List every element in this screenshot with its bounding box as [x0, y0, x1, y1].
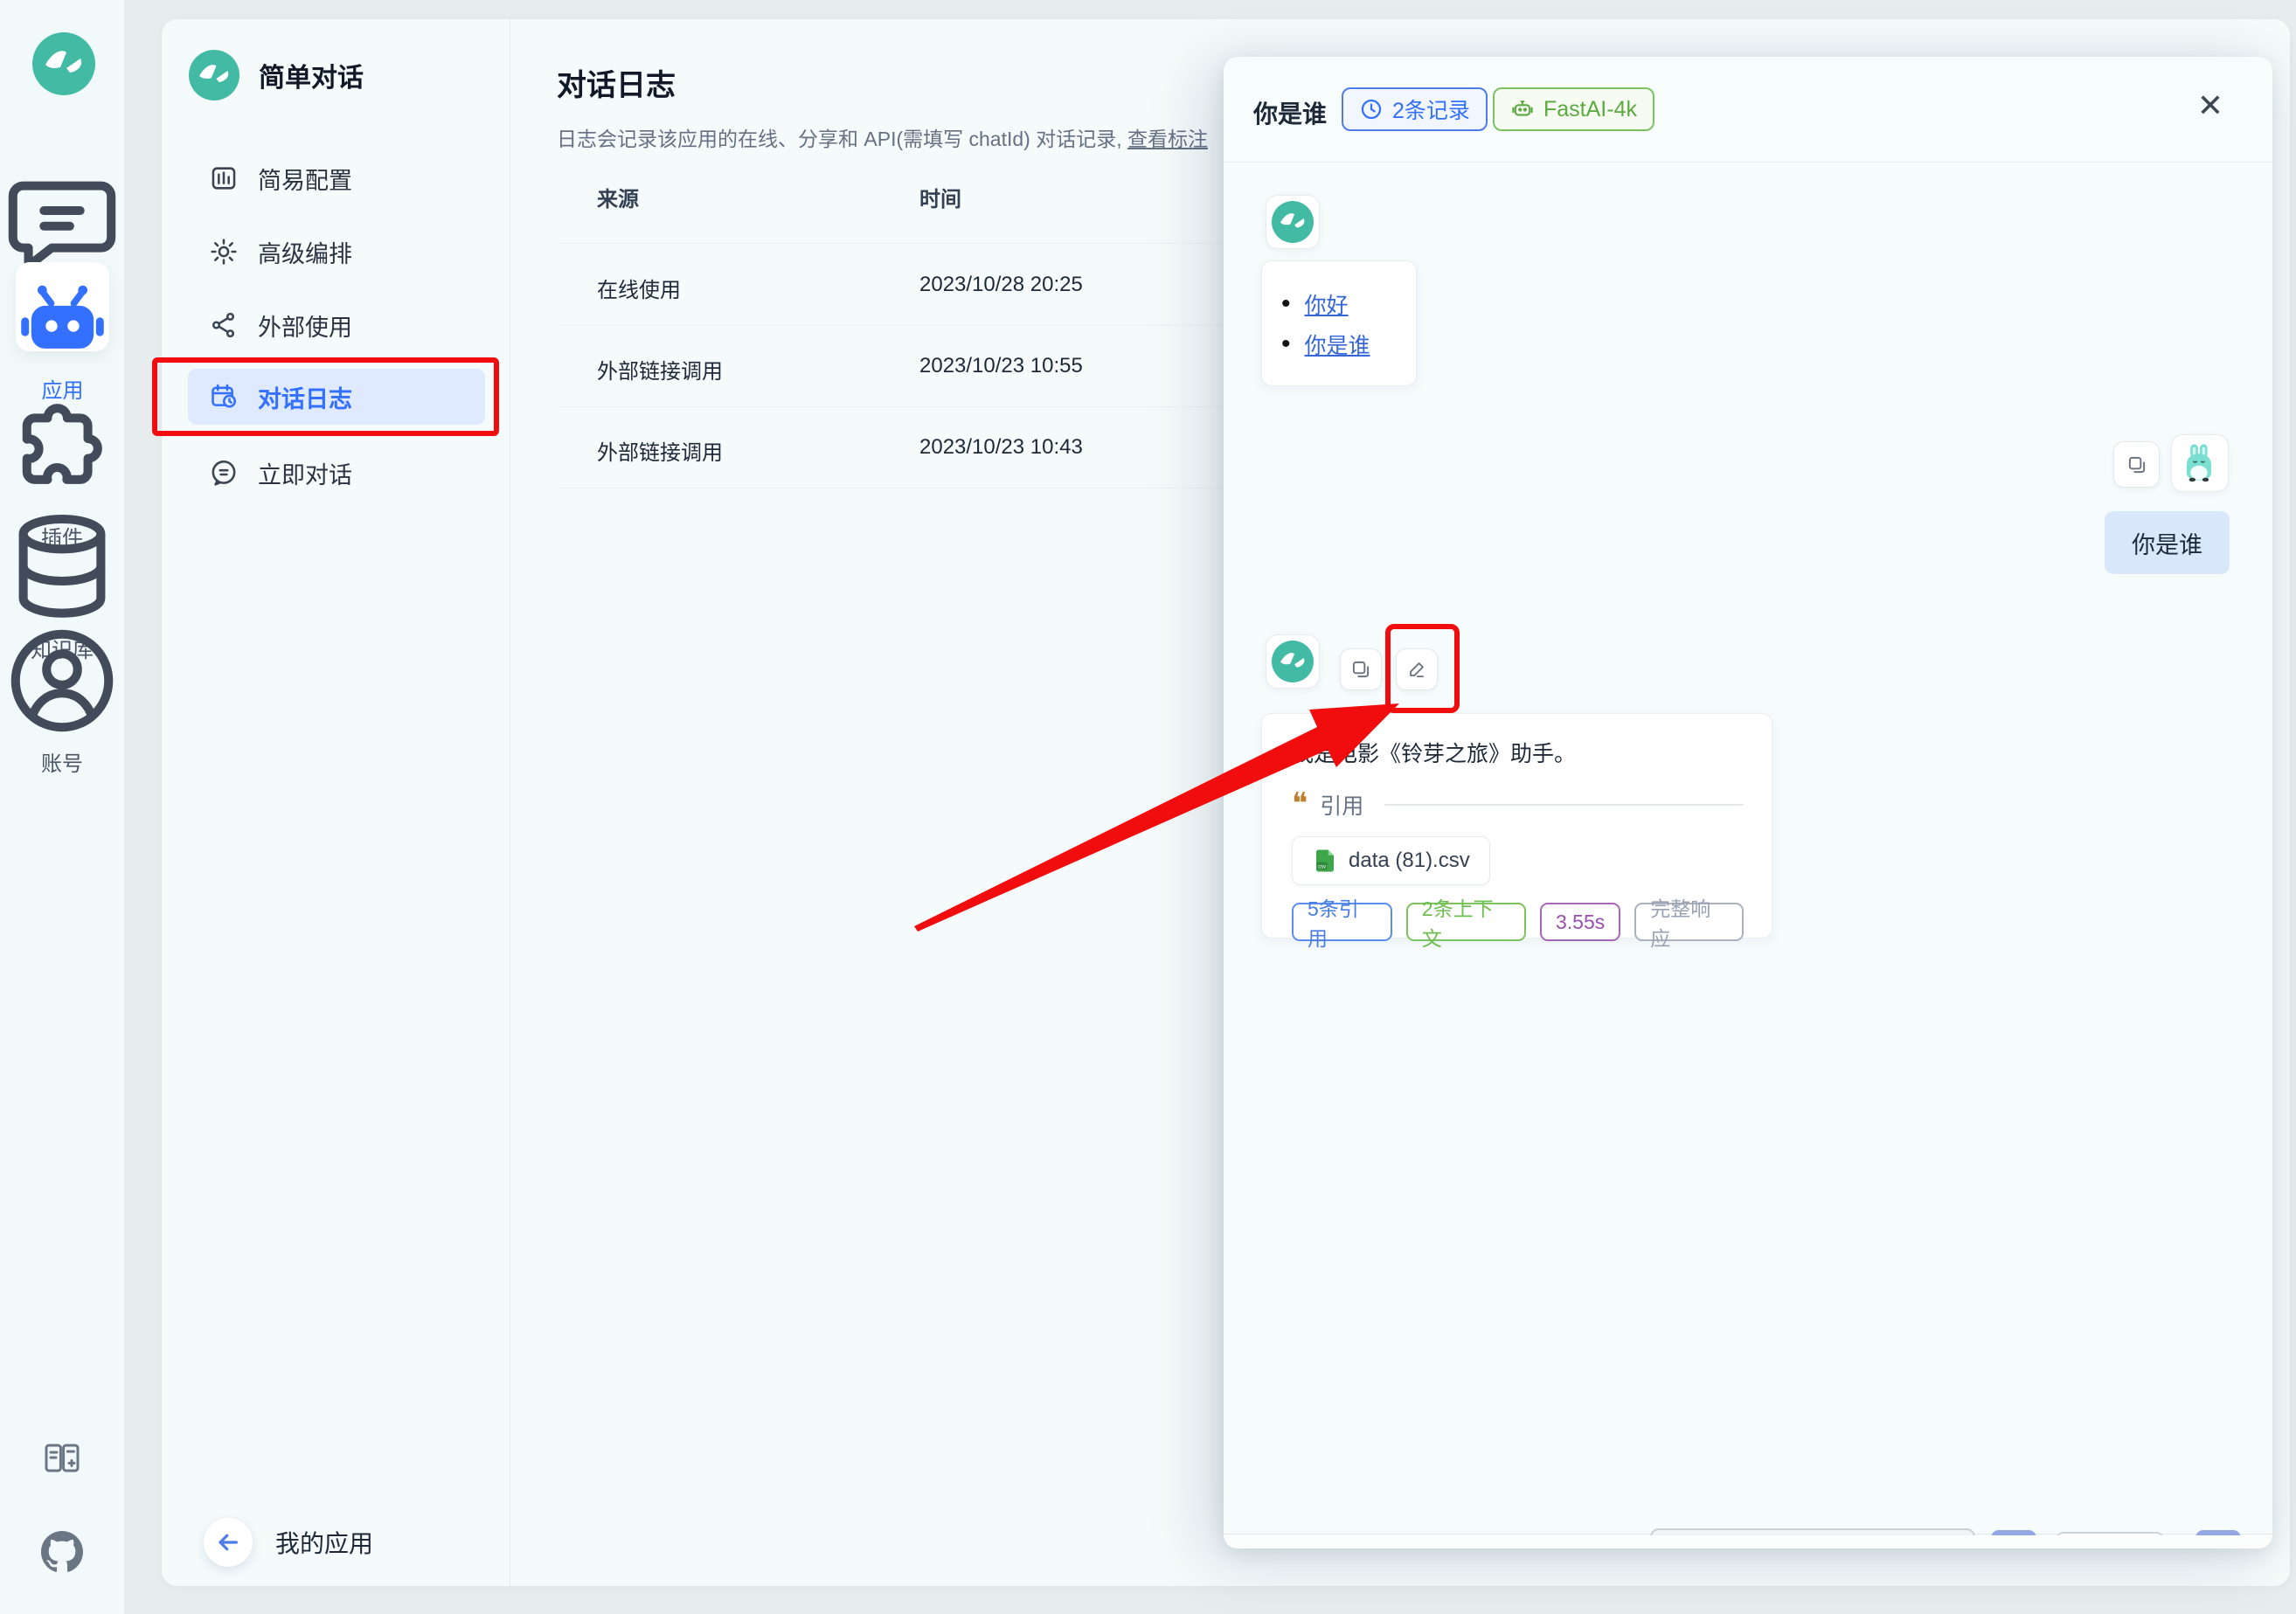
icon-rail: 聊天 应用 插件 知识库: [0, 0, 124, 1614]
quote-section: ❝ 引用: [1292, 789, 1744, 821]
user-icon: [0, 619, 124, 743]
cell-time: 2023/10/28 20:25: [919, 273, 1083, 297]
cell-time: 2023/10/23 10:55: [919, 354, 1083, 378]
app-avatar: [189, 50, 239, 100]
cell-time: 2023/10/23 10:43: [919, 435, 1083, 460]
bot-avatar: [1266, 634, 1320, 689]
robot-icon: [1510, 97, 1535, 121]
database-icon: [0, 505, 124, 629]
quick-question-link[interactable]: 你是谁: [1305, 329, 1370, 360]
bullet-icon: •: [1281, 331, 1291, 357]
page-title: 对话日志: [557, 61, 676, 104]
csv-file-icon: csv: [1312, 848, 1338, 874]
quote-file-chip[interactable]: csv data (81).csv: [1292, 836, 1490, 885]
sidebar-item-advanced-flow[interactable]: 高级编排: [188, 224, 485, 280]
sidebar-item-label: 简易配置: [258, 162, 352, 196]
citations-badge[interactable]: 5条引用: [1292, 903, 1392, 941]
col-source: 来源: [597, 182, 639, 212]
copy-icon: [1349, 658, 1372, 681]
close-icon[interactable]: ✕: [2197, 90, 2223, 121]
robot-icon: [16, 276, 109, 370]
modal-footer: [1224, 1535, 2272, 1548]
sidebar-item-external-use[interactable]: 外部使用: [188, 297, 485, 353]
rail-item-apps[interactable]: 应用: [16, 262, 109, 351]
my-apps-label: 我的应用: [275, 1525, 373, 1560]
welcome-item: • 你好: [1281, 284, 1416, 324]
record-count-badge: 2条记录: [1342, 87, 1488, 131]
quote-label: 引用: [1320, 789, 1363, 821]
copy-button[interactable]: [1340, 648, 1382, 690]
bot-answer-card: 我是电影《铃芽之旅》助手。 ❝ 引用 csv data (81).csv 5条引…: [1261, 713, 1772, 939]
quote-icon: ❝: [1292, 794, 1308, 815]
quick-question-link[interactable]: 你好: [1305, 288, 1349, 320]
sidebar-item-label: 对话日志: [258, 380, 352, 414]
model-badge: FastAI-4k: [1493, 87, 1654, 131]
response-meta-badges: 5条引用 2条上下文 3.55s 完整响应: [1292, 903, 1744, 941]
docs-book-icon[interactable]: [41, 1437, 83, 1479]
sidebar-item-chat-logs[interactable]: 对话日志: [188, 369, 485, 425]
user-message-bubble: 你是谁: [2105, 511, 2230, 574]
user-avatar: [2171, 434, 2229, 492]
github-icon[interactable]: [41, 1531, 83, 1573]
welcome-message-card: • 你好 • 你是谁: [1261, 260, 1417, 386]
app-header: 简单对话: [189, 50, 364, 100]
chat-bubble-icon: [209, 458, 239, 488]
bot-answer-text: 我是电影《铃芽之旅》助手。: [1292, 737, 1744, 768]
edit-button[interactable]: [1396, 648, 1438, 690]
share-icon: [209, 310, 239, 340]
sidebar-item-chat-now[interactable]: 立即对话: [188, 445, 485, 501]
log-calendar-icon: [209, 382, 239, 412]
modal-title: 你是谁: [1253, 95, 1327, 130]
rail-item-account[interactable]: 账号: [0, 619, 124, 777]
cell-source: 外部链接调用: [597, 435, 723, 466]
view-annotation-link[interactable]: 查看标注: [1127, 128, 1208, 150]
sidebar-item-label: 立即对话: [258, 456, 352, 490]
sidebar-item-simple-config[interactable]: 简易配置: [188, 150, 485, 206]
edit-pencil-icon: [1405, 658, 1428, 681]
fastgpt-logo: [32, 32, 95, 95]
chat-detail-modal: 你是谁 2条记录 FastAI-4k ✕ • 你好 •: [1224, 57, 2272, 1548]
puzzle-icon: [0, 393, 124, 517]
csv-label: csv: [1318, 864, 1326, 869]
model-badge-label: FastAI-4k: [1543, 97, 1637, 122]
duration-badge: 3.55s: [1540, 903, 1620, 941]
description-text: 日志会记录该应用的在线、分享和 API(需填写 chatId) 对话记录,: [557, 128, 1127, 150]
app-name: 简单对话: [259, 56, 364, 94]
full-response-badge[interactable]: 完整响应: [1634, 903, 1744, 941]
quote-file-name: data (81).csv: [1349, 849, 1470, 873]
copy-icon: [2126, 454, 2148, 476]
cell-source: 在线使用: [597, 273, 681, 303]
sidebar-item-label: 高级编排: [258, 235, 352, 269]
col-time: 时间: [919, 182, 961, 212]
bullet-icon: •: [1281, 291, 1291, 317]
columns-chart-icon: [209, 163, 239, 193]
record-count-label: 2条记录: [1392, 94, 1470, 125]
welcome-item: • 你是谁: [1281, 324, 1416, 364]
back-to-my-apps[interactable]: 我的应用: [204, 1518, 373, 1567]
modal-header: 你是谁 2条记录 FastAI-4k ✕: [1224, 57, 2272, 162]
rail-item-label: 账号: [0, 746, 124, 777]
sidebar-item-label: 外部使用: [258, 308, 352, 343]
copy-button[interactable]: [2113, 441, 2160, 488]
bot-avatar: [1266, 195, 1320, 249]
quote-divider: [1384, 804, 1744, 806]
clock-icon: [1359, 97, 1384, 121]
cell-source: 外部链接调用: [597, 354, 723, 384]
back-arrow-icon[interactable]: [204, 1518, 253, 1567]
context-badge[interactable]: 2条上下文: [1406, 903, 1526, 941]
gear-icon: [209, 237, 239, 267]
